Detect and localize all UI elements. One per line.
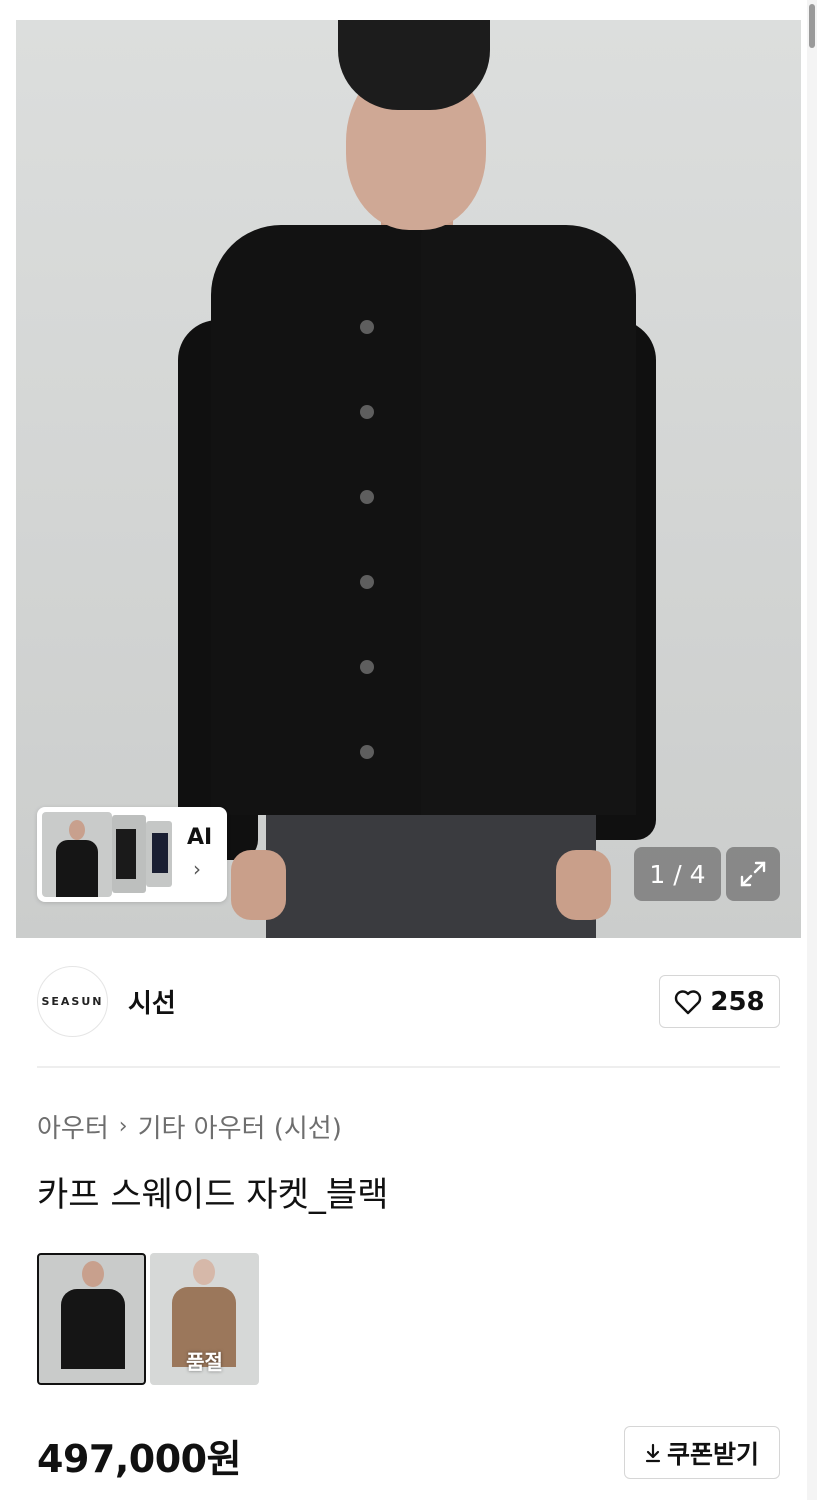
like-button[interactable]: 258 (659, 975, 780, 1028)
soldout-label: 품절 (186, 1350, 223, 1374)
ai-label: AI (187, 825, 213, 850)
product-image-gallery[interactable] (16, 20, 801, 938)
ai-lookbook-button[interactable]: AI › (37, 807, 227, 902)
chevron-right-icon: › (118, 1114, 128, 1139)
photo-detail (338, 20, 490, 110)
ai-thumbnail (146, 821, 172, 887)
download-icon (645, 1443, 661, 1462)
photo-detail (231, 850, 286, 920)
image-counter: 1 / 4 (634, 847, 721, 901)
expand-button[interactable] (726, 847, 780, 901)
divider (37, 1066, 780, 1068)
photo-detail (421, 225, 636, 815)
photo-detail (360, 745, 374, 759)
brand-name[interactable]: 시선 (128, 983, 176, 1020)
photo-detail (360, 320, 374, 334)
color-swatch (61, 1289, 125, 1369)
photo-detail (82, 1261, 104, 1287)
photo-detail (360, 405, 374, 419)
scrollbar[interactable] (807, 0, 817, 1500)
photo-detail (211, 225, 431, 815)
like-count: 258 (710, 986, 765, 1017)
scrollbar-thumb[interactable] (809, 4, 815, 48)
photo-detail (360, 660, 374, 674)
ai-thumbnail (112, 815, 146, 893)
photo-detail (556, 850, 611, 920)
brand-logo[interactable]: SEASUN (37, 966, 108, 1037)
breadcrumb: 아우터 › 기타 아우터 (시선) (37, 1108, 342, 1145)
heart-icon (675, 989, 702, 1014)
photo-detail (360, 575, 374, 589)
product-title: 카프 스웨이드 자켓_블랙 (37, 1175, 389, 1215)
chevron-right-icon: › (193, 857, 201, 881)
color-option-brown[interactable]: 품절 (150, 1253, 259, 1385)
expand-icon (740, 861, 766, 887)
breadcrumb-item-outer[interactable]: 아우터 (37, 1108, 109, 1145)
ai-thumbnail (42, 812, 112, 897)
color-option-black[interactable] (37, 1253, 146, 1385)
coupon-label: 쿠폰받기 (666, 1439, 759, 1469)
photo-detail (360, 490, 374, 504)
coupon-button[interactable]: 쿠폰받기 (624, 1426, 780, 1479)
product-price: 497,000원 (37, 1437, 242, 1481)
breadcrumb-item-other-outer[interactable]: 기타 아우터 (시선) (138, 1108, 342, 1145)
